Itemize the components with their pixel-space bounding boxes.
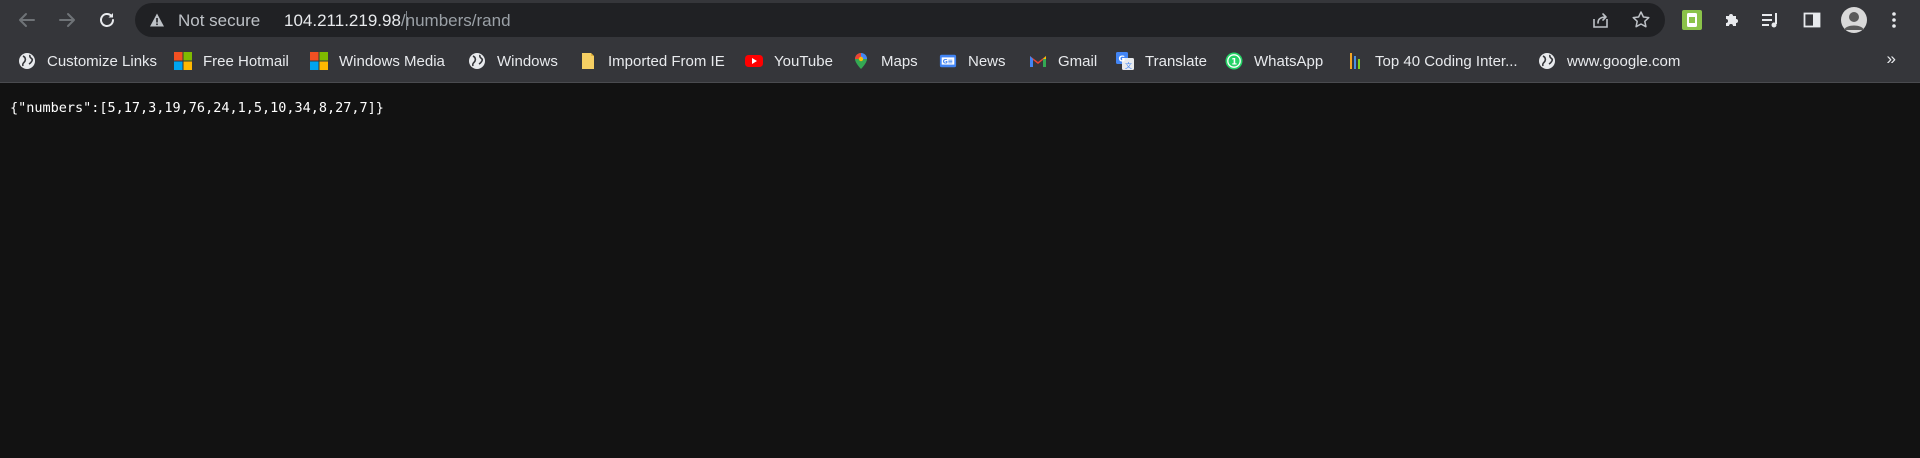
bookmark-label: Top 40 Coding Inter... <box>1375 52 1518 70</box>
json-response-text: {"numbers":[5,17,3,19,76,24,1,5,10,34,8,… <box>10 100 384 116</box>
bookmarks-bar: Customize Links Free Hotmail Windows Med… <box>0 40 1920 83</box>
bookmark-windows-media[interactable]: Windows Media <box>310 49 445 73</box>
star-icon[interactable] <box>1631 10 1651 30</box>
page-content: {"numbers":[5,17,3,19,76,24,1,5,10,34,8,… <box>0 83 1920 458</box>
bookmark-label: Gmail <box>1058 52 1098 70</box>
svg-text:1: 1 <box>1231 57 1237 67</box>
svg-text:G≡: G≡ <box>943 59 953 66</box>
extension-icon[interactable] <box>1680 8 1704 32</box>
share-icon[interactable] <box>1591 10 1611 30</box>
bookmark-label: Free Hotmail <box>203 52 289 70</box>
maps-pin-icon <box>852 52 870 70</box>
forward-arrow-icon[interactable] <box>51 4 83 36</box>
url-path: /numbers/rand <box>400 11 511 30</box>
bookmark-label: Maps <box>881 52 918 70</box>
bookmark-top-40-coding[interactable]: Top 40 Coding Inter... <box>1346 49 1518 73</box>
globe-icon <box>468 52 486 70</box>
bookmark-label: Imported From IE <box>608 52 725 70</box>
address-bar[interactable]: Not secure 104.211.219.98/numbers/rand <box>135 3 1665 37</box>
bookmark-label: YouTube <box>774 52 833 70</box>
bookmark-label: News <box>968 52 1006 70</box>
bookmark-label: www.google.com <box>1567 52 1681 70</box>
warning-icon[interactable] <box>149 12 165 28</box>
bookmark-news[interactable]: G≡ News <box>939 49 1006 73</box>
bookmark-label: Windows <box>497 52 558 70</box>
more-vert-icon[interactable] <box>1882 8 1906 32</box>
bookmark-free-hotmail[interactable]: Free Hotmail <box>174 49 289 73</box>
bookmark-label: Windows Media <box>339 52 445 70</box>
bookmark-customize-links[interactable]: Customize Links <box>18 49 157 73</box>
puzzle-icon[interactable] <box>1720 8 1744 32</box>
youtube-icon <box>745 52 763 70</box>
browser-toolbar: Not secure 104.211.219.98/numbers/rand <box>0 0 1920 40</box>
globe-icon <box>18 52 36 70</box>
bookmark-whatsapp[interactable]: 1 WhatsApp <box>1225 49 1323 73</box>
bookmark-label: WhatsApp <box>1254 52 1324 70</box>
windows-logo-icon <box>174 52 192 70</box>
reload-icon[interactable] <box>91 4 123 36</box>
bookmarks-overflow-chevron-icon[interactable]: » <box>1887 49 1896 69</box>
back-arrow-icon[interactable] <box>11 4 43 36</box>
side-panel-icon[interactable] <box>1800 8 1824 32</box>
folder-icon <box>579 52 597 70</box>
media-queue-icon[interactable] <box>1758 8 1782 32</box>
bookmark-www-google-com[interactable]: www.google.com <box>1538 49 1680 73</box>
whatsapp-icon: 1 <box>1225 52 1243 70</box>
gmail-icon <box>1029 52 1047 70</box>
translate-icon: G文 <box>1116 52 1134 70</box>
news-icon: G≡ <box>939 52 957 70</box>
bars-icon <box>1346 52 1364 70</box>
bookmark-windows[interactable]: Windows <box>468 49 558 73</box>
bookmark-maps[interactable]: Maps <box>852 49 918 73</box>
globe-icon <box>1538 52 1556 70</box>
windows-logo-icon <box>310 52 328 70</box>
bookmark-translate[interactable]: G文 Translate <box>1116 49 1207 73</box>
profile-avatar[interactable] <box>1840 6 1868 34</box>
url-host: 104.211.219.98 <box>284 11 401 30</box>
bookmark-youtube[interactable]: YouTube <box>745 49 833 73</box>
bookmark-gmail[interactable]: Gmail <box>1029 49 1097 73</box>
bookmark-imported-from-ie[interactable]: Imported From IE <box>579 49 725 73</box>
url-text[interactable]: 104.211.219.98/numbers/rand <box>284 11 511 31</box>
bookmark-label: Translate <box>1145 52 1207 70</box>
svg-text:文: 文 <box>1125 61 1132 70</box>
security-label[interactable]: Not secure <box>178 11 260 31</box>
bookmark-label: Customize Links <box>47 52 158 70</box>
